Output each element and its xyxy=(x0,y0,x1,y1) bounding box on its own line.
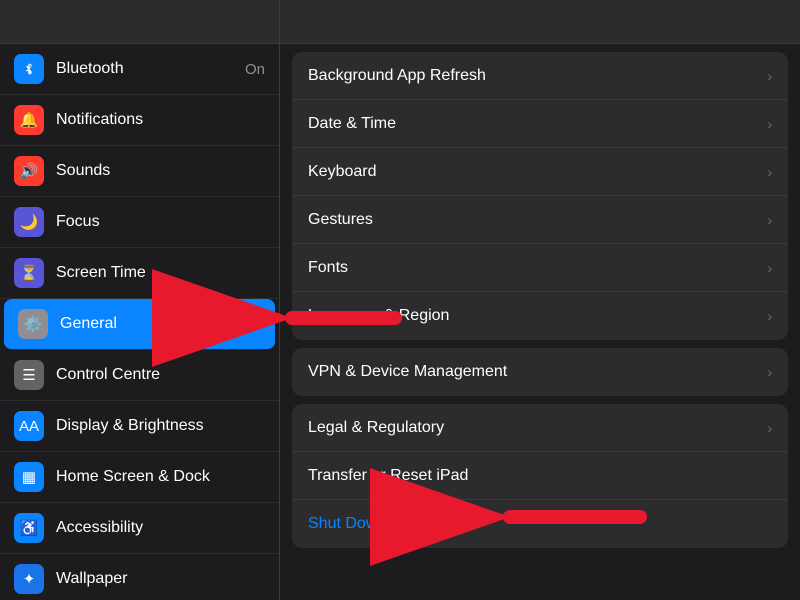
content-item-transfer-reset[interactable]: Transfer or Reset iPad xyxy=(292,452,788,500)
sidebar-value-bluetooth: On xyxy=(245,61,265,78)
sidebar-item-notifications[interactable]: 🔔 Notifications xyxy=(0,95,279,146)
sidebar-label-bluetooth: Bluetooth xyxy=(56,60,245,78)
content-panel: Background App Refresh › Date & Time › K… xyxy=(280,44,800,600)
focus-icon: 🌙 xyxy=(14,207,44,237)
sidebar-label-general: General xyxy=(60,315,261,333)
sidebar-item-general[interactable]: ⚙️ General xyxy=(4,299,275,350)
content-label-fonts: Fonts xyxy=(308,259,767,277)
home-screen-icon: ▦ xyxy=(14,462,44,492)
control-centre-icon: ☰ xyxy=(14,360,44,390)
content-item-bg-app-refresh[interactable]: Background App Refresh › xyxy=(292,52,788,100)
content-label-bg-app-refresh: Background App Refresh xyxy=(308,67,767,85)
bluetooth-icon xyxy=(14,54,44,84)
content-label-legal: Legal & Regulatory xyxy=(308,419,767,437)
content-item-gestures[interactable]: Gestures › xyxy=(292,196,788,244)
settings-header-right xyxy=(280,0,800,43)
chevron-icon-language-region: › xyxy=(767,308,772,324)
notifications-icon: 🔔 xyxy=(14,105,44,135)
sidebar-label-screen-time: Screen Time xyxy=(56,264,265,282)
sidebar-label-notifications: Notifications xyxy=(56,111,265,129)
screen-time-icon: ⏳ xyxy=(14,258,44,288)
sidebar-item-wallpaper[interactable]: ✦ Wallpaper xyxy=(0,554,279,600)
chevron-icon-fonts: › xyxy=(767,260,772,276)
sidebar: Bluetooth On 🔔 Notifications 🔊 Sounds 🌙 … xyxy=(0,44,280,600)
accessibility-icon: ♿ xyxy=(14,513,44,543)
sidebar-item-home-screen[interactable]: ▦ Home Screen & Dock xyxy=(0,452,279,503)
content-item-keyboard[interactable]: Keyboard › xyxy=(292,148,788,196)
content-label-vpn: VPN & Device Management xyxy=(308,363,767,381)
content-item-fonts[interactable]: Fonts › xyxy=(292,244,788,292)
sounds-icon: 🔊 xyxy=(14,156,44,186)
content-label-shut-down: Shut Down xyxy=(308,515,772,533)
sidebar-item-focus[interactable]: 🌙 Focus xyxy=(0,197,279,248)
content-section-section2: VPN & Device Management › xyxy=(292,348,788,396)
chevron-icon-gestures: › xyxy=(767,212,772,228)
chevron-icon-bg-app-refresh: › xyxy=(767,68,772,84)
content-label-language-region: Language & Region xyxy=(308,307,767,325)
wallpaper-icon: ✦ xyxy=(14,564,44,594)
display-brightness-icon: AA xyxy=(14,411,44,441)
sidebar-label-wallpaper: Wallpaper xyxy=(56,570,265,588)
content-label-gestures: Gestures xyxy=(308,211,767,229)
sidebar-label-home-screen: Home Screen & Dock xyxy=(56,468,265,486)
content-section-section1: Background App Refresh › Date & Time › K… xyxy=(292,52,788,340)
content-item-language-region[interactable]: Language & Region › xyxy=(292,292,788,340)
sidebar-label-focus: Focus xyxy=(56,213,265,231)
content-section-section3: Legal & Regulatory › Transfer or Reset i… xyxy=(292,404,788,548)
sidebar-label-sounds: Sounds xyxy=(56,162,265,180)
content-label-keyboard: Keyboard xyxy=(308,163,767,181)
sidebar-item-sounds[interactable]: 🔊 Sounds xyxy=(0,146,279,197)
content-item-legal[interactable]: Legal & Regulatory › xyxy=(292,404,788,452)
sidebar-label-control-centre: Control Centre xyxy=(56,366,265,384)
settings-header-left xyxy=(0,0,280,43)
main-layout: Bluetooth On 🔔 Notifications 🔊 Sounds 🌙 … xyxy=(0,44,800,600)
chevron-icon-keyboard: › xyxy=(767,164,772,180)
sidebar-label-accessibility: Accessibility xyxy=(56,519,265,537)
chevron-icon-vpn: › xyxy=(767,364,772,380)
sidebar-item-bluetooth[interactable]: Bluetooth On xyxy=(0,44,279,95)
sidebar-item-display-brightness[interactable]: AA Display & Brightness xyxy=(0,401,279,452)
content-label-transfer-reset: Transfer or Reset iPad xyxy=(308,467,772,485)
sidebar-item-screen-time[interactable]: ⏳ Screen Time xyxy=(0,248,279,299)
chevron-icon-date-time: › xyxy=(767,116,772,132)
content-item-vpn[interactable]: VPN & Device Management › xyxy=(292,348,788,396)
sidebar-item-control-centre[interactable]: ☰ Control Centre xyxy=(0,350,279,401)
content-item-date-time[interactable]: Date & Time › xyxy=(292,100,788,148)
content-label-date-time: Date & Time xyxy=(308,115,767,133)
chevron-icon-legal: › xyxy=(767,420,772,436)
content-item-shut-down[interactable]: Shut Down xyxy=(292,500,788,548)
general-icon: ⚙️ xyxy=(18,309,48,339)
sidebar-label-display-brightness: Display & Brightness xyxy=(56,417,265,435)
sidebar-item-accessibility[interactable]: ♿ Accessibility xyxy=(0,503,279,554)
